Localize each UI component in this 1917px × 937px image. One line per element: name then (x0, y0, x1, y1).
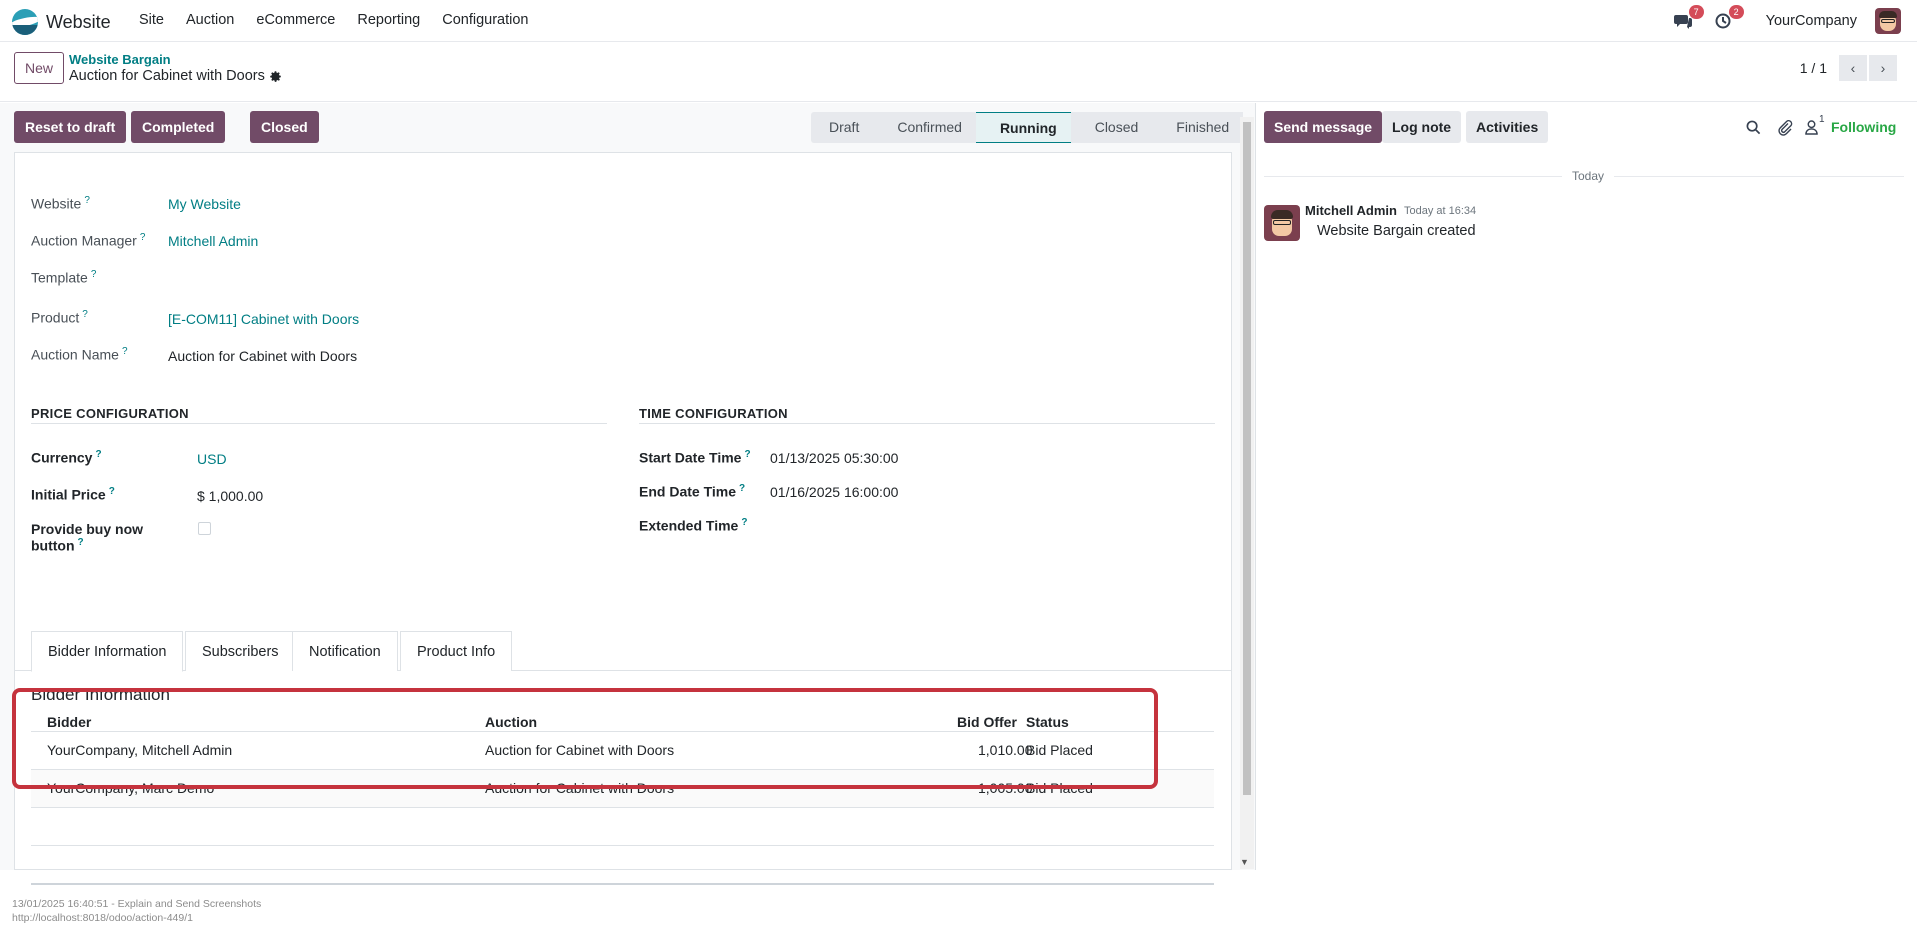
tab-bidder-information[interactable]: Bidder Information (31, 631, 184, 672)
start-date-field[interactable]: 01/13/2025 05:30:00 (770, 450, 898, 466)
messages-icon[interactable]: 7 (1672, 5, 1704, 32)
message-author[interactable]: Mitchell Admin (1305, 203, 1397, 218)
pager-previous-button[interactable]: ‹ (1839, 55, 1867, 81)
initial-price-label: Initial Price? (31, 486, 115, 503)
control-panel: New Website Bargain Auction for Cabinet … (0, 42, 1917, 102)
breadcrumb-current: Auction for Cabinet with Doors (69, 68, 282, 84)
start-date-label: Start Date Time? (639, 449, 751, 466)
reset-to-draft-button[interactable]: Reset to draft (14, 111, 127, 143)
form-scrollbar[interactable] (1240, 117, 1254, 869)
stage-pipeline: Draft Confirmed Running Closed Finished (811, 112, 1244, 143)
avatar-glasses (1273, 220, 1291, 225)
menu-item-site[interactable]: Site (128, 12, 175, 28)
menu-item-reporting[interactable]: Reporting (346, 12, 431, 28)
app-brand[interactable]: Website (12, 9, 111, 35)
activities-clock-icon[interactable]: 2 (1712, 5, 1744, 32)
table-empty-row (31, 845, 1214, 846)
auction-name-label: Auction Name? (31, 346, 128, 363)
footer-timestamp: 13/01/2025 16:40:51 - Explain and Send S… (12, 898, 262, 910)
template-label: Template? (31, 269, 97, 286)
currency-label: Currency? (31, 449, 102, 466)
tab-notification[interactable]: Notification (292, 631, 398, 671)
table-empty-row (31, 807, 1214, 845)
auction-manager-field[interactable]: Mitchell Admin (168, 233, 258, 249)
search-icon[interactable] (1746, 120, 1761, 135)
message-time: Today at 16:34 (1404, 205, 1477, 217)
send-message-button[interactable]: Send message (1264, 111, 1383, 143)
notebook-tabs: Bidder Information Subscribers Notificat… (15, 631, 1231, 672)
new-button[interactable]: New (14, 52, 65, 84)
date-separator: Today (1562, 169, 1615, 183)
currency-field[interactable]: USD (197, 451, 227, 467)
price-configuration-title: PRICE CONFIGURATION (31, 406, 189, 421)
completed-button[interactable]: Completed (131, 111, 226, 143)
menu-item-configuration[interactable]: Configuration (431, 12, 539, 28)
table-footer-line (31, 883, 1214, 885)
menu-item-auction[interactable]: Auction (175, 12, 245, 28)
footer-url: http://localhost:8018/odoo/action-449/1 (12, 912, 193, 924)
chatter-panel: Send message Log note Activities 1 Follo… (1255, 103, 1917, 870)
time-section-divider (639, 423, 1215, 424)
initial-price-field[interactable]: $ 1,000.00 (197, 488, 263, 504)
pager-value[interactable]: 1 / 1 (1800, 60, 1827, 76)
paperclip-icon[interactable] (1777, 119, 1793, 136)
buy-now-checkbox[interactable] (198, 522, 211, 535)
auction-manager-label: Auction Manager? (31, 232, 146, 249)
company-switcher[interactable]: YourCompany (1766, 13, 1857, 29)
tab-product-info[interactable]: Product Info (400, 631, 513, 671)
closed-button[interactable]: Closed (250, 111, 319, 143)
highlight-annotation-box (12, 688, 1158, 789)
scroll-down-arrow-icon[interactable]: ▼ (1240, 857, 1249, 867)
avatar-hair (1271, 210, 1293, 219)
activities-badge: 2 (1728, 5, 1744, 19)
stage-confirmed[interactable]: Confirmed (873, 112, 976, 143)
form-statusbar: Reset to draft Completed Closed Draft Co… (0, 103, 1255, 151)
time-configuration-title: TIME CONFIGURATION (639, 406, 788, 421)
tab-subscribers[interactable]: Subscribers (185, 631, 296, 671)
message-author-avatar[interactable] (1264, 205, 1300, 241)
extended-time-label: Extended Time? (639, 517, 748, 534)
avatar-glasses (1881, 19, 1895, 23)
website-app-icon (12, 9, 38, 35)
gear-icon[interactable] (269, 70, 282, 83)
avatar-hair (1879, 11, 1897, 18)
message-body: Website Bargain created (1317, 223, 1476, 239)
website-field[interactable]: My Website (168, 196, 241, 212)
menu-item-ecommerce[interactable]: eCommerce (245, 12, 346, 28)
stage-draft[interactable]: Draft (811, 112, 874, 143)
chevron-left-icon: ‹ (1850, 60, 1856, 76)
followers-icon[interactable] (1805, 120, 1818, 135)
activities-button[interactable]: Activities (1466, 111, 1549, 143)
top-navbar: Website Site Auction eCommerce Reporting… (0, 0, 1917, 42)
stage-finished[interactable]: Finished (1152, 112, 1244, 143)
main-menu: Site Auction eCommerce Reporting Configu… (128, 12, 539, 28)
pager-next-button[interactable]: › (1869, 55, 1897, 81)
price-section-divider (31, 423, 607, 424)
buy-now-label: Provide buy now button? (31, 521, 144, 554)
app-name: Website (46, 11, 111, 32)
followers-count: 1 (1819, 114, 1825, 125)
website-label: Website? (31, 195, 90, 212)
record-title: Auction for Cabinet with Doors (69, 68, 265, 84)
stage-closed[interactable]: Closed (1070, 112, 1153, 143)
navbar-systray: 7 2 YourCompany (1672, 5, 1901, 34)
end-date-field[interactable]: 01/16/2025 16:00:00 (770, 484, 898, 500)
auction-name-field[interactable]: Auction for Cabinet with Doors (168, 348, 357, 364)
breadcrumb-parent[interactable]: Website Bargain (69, 52, 171, 67)
product-label: Product? (31, 309, 88, 326)
product-field[interactable]: [E-COM11] Cabinet with Doors (168, 311, 359, 327)
end-date-label: End Date Time? (639, 483, 746, 500)
user-avatar[interactable] (1875, 8, 1901, 34)
scrollbar-thumb[interactable] (1243, 122, 1251, 795)
stage-running[interactable]: Running (975, 112, 1071, 143)
log-note-button[interactable]: Log note (1382, 111, 1462, 143)
following-button[interactable]: Following (1831, 119, 1896, 135)
messages-badge: 7 (1688, 5, 1704, 19)
chevron-right-icon: › (1880, 60, 1886, 76)
